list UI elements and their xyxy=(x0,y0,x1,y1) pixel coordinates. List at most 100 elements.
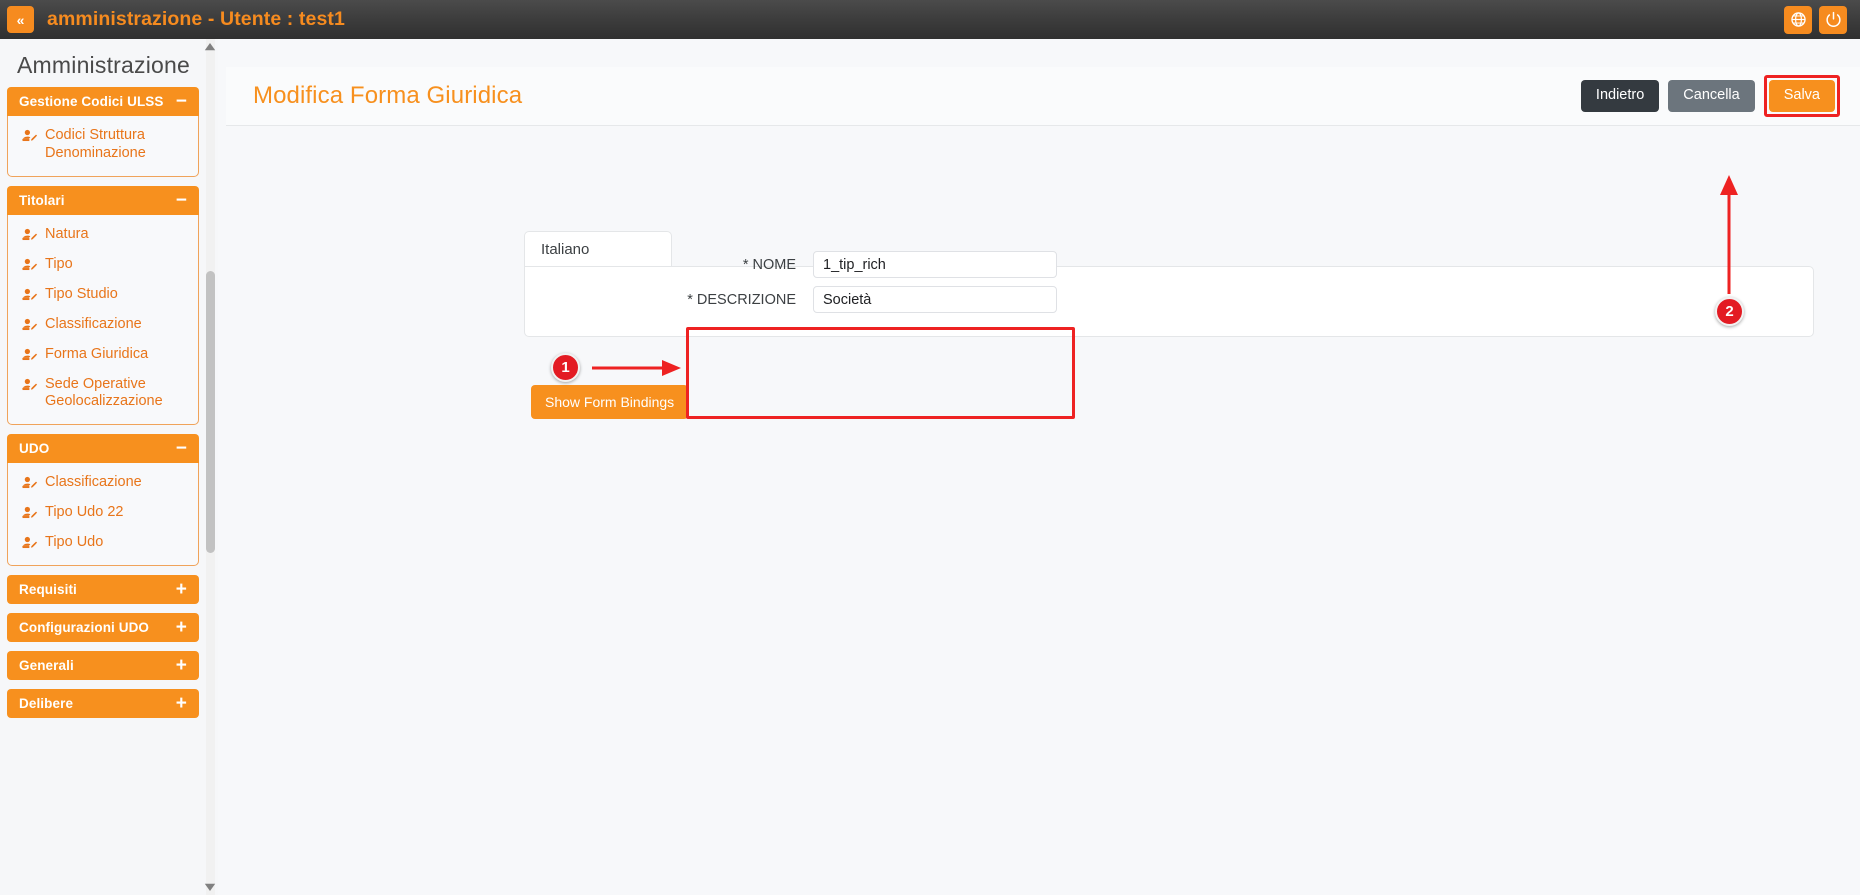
sidebar-group-label: Delibere xyxy=(19,696,73,711)
sidebar-group-label: Requisiti xyxy=(19,582,77,597)
sidebar-group-udo: UDO − Classificazione Tipo Udo 22 Tipo Udo xyxy=(7,434,199,566)
show-form-bindings-button[interactable]: Show Form Bindings xyxy=(531,385,688,419)
form-row-nome: * NOME xyxy=(685,251,1057,278)
nome-input[interactable] xyxy=(813,251,1057,278)
sidebar-scroll-region: Gestione Codici ULSS−Codici Struttura De… xyxy=(0,87,206,895)
annotation-marker-1: 1 xyxy=(551,353,580,382)
sidebar-group-delibere: Delibere + xyxy=(7,689,199,718)
plus-icon: + xyxy=(176,656,187,675)
language-button[interactable] xyxy=(1784,6,1812,34)
sidebar-item-codici-struttura-denominazione[interactable]: Codici Struttura Denominazione xyxy=(8,121,198,169)
sidebar-item-tipo-udo[interactable]: Tipo Udo xyxy=(8,528,198,558)
sidebar-group-header[interactable]: Generali+ xyxy=(7,651,199,680)
sidebar-group-header[interactable]: Configurazioni UDO+ xyxy=(7,613,199,642)
plus-icon: + xyxy=(176,694,187,713)
minus-icon: − xyxy=(176,439,187,458)
sidebar-item-label: Forma Giuridica xyxy=(45,346,148,364)
language-tab-strip: Italiano xyxy=(524,231,672,267)
form-row-descrizione: * DESCRIZIONE xyxy=(685,286,1057,313)
person-edit-icon-wrap xyxy=(21,377,38,394)
sidebar-collapse-button[interactable]: « xyxy=(7,6,34,33)
main-content: Modifica Forma Giuridica Indietro Cancel… xyxy=(219,39,1860,895)
cancel-button[interactable]: Cancella xyxy=(1668,80,1754,112)
top-bar: « amministrazione - Utente : test1 xyxy=(0,0,1860,39)
form-highlight-box xyxy=(686,327,1075,419)
sidebar-group-header[interactable]: Requisiti + xyxy=(7,575,199,604)
header-action-buttons: Indietro Cancella Salva xyxy=(1581,75,1840,117)
power-icon xyxy=(1825,11,1842,28)
person-edit-icon-wrap xyxy=(21,475,38,492)
person-edit-icon xyxy=(21,475,38,492)
person-edit-icon-wrap xyxy=(21,505,38,522)
descrizione-input[interactable] xyxy=(813,286,1057,313)
person-edit-icon-wrap xyxy=(21,227,38,244)
person-edit-icon-wrap xyxy=(21,347,38,364)
form-panel: * NOME * DESCRIZIONE xyxy=(524,266,1814,337)
sidebar-item-label: Tipo Udo 22 xyxy=(45,504,123,522)
back-button[interactable]: Indietro xyxy=(1581,80,1659,112)
sidebar: Amministrazione Gestione Codici ULSS−Cod… xyxy=(0,39,218,895)
sidebar-item-tipo-udo-22[interactable]: Tipo Udo 22 xyxy=(8,498,198,528)
sidebar-item-natura[interactable]: Natura xyxy=(8,220,198,250)
person-edit-icon xyxy=(21,347,38,364)
sidebar-group-gestione-codici-ulss: Gestione Codici ULSS− Codici Struttura De… xyxy=(7,87,199,177)
sidebar-group-label: Gestione Codici ULSS xyxy=(19,94,164,109)
globe-icon xyxy=(1790,11,1807,28)
person-edit-icon xyxy=(21,257,38,274)
sidebar-item-label: Sede Operative Geolocalizzazione xyxy=(45,376,190,412)
sidebar-group-configurazioni-udo: Configurazioni UDO+ xyxy=(7,613,199,642)
sidebar-group-label: UDO xyxy=(19,441,49,456)
scroll-up-arrow-icon[interactable] xyxy=(203,41,217,53)
person-edit-icon-wrap xyxy=(21,535,38,552)
sidebar-group-header[interactable]: UDO − xyxy=(7,434,199,463)
sidebar-title: Amministrazione xyxy=(0,39,218,79)
tab-italiano[interactable]: Italiano xyxy=(525,241,589,258)
save-button[interactable]: Salva xyxy=(1769,80,1835,112)
double-chevron-left-icon: « xyxy=(17,12,25,28)
sidebar-group-header[interactable]: Titolari − xyxy=(7,186,199,215)
annotation-marker-2: 2 xyxy=(1715,297,1744,326)
topbar-actions xyxy=(1784,6,1847,34)
sidebar-item-sede-operative-geolocalizzazione[interactable]: Sede Operative Geolocalizzazione xyxy=(8,370,198,418)
sidebar-item-classificazione[interactable]: Classificazione xyxy=(8,468,198,498)
person-edit-icon xyxy=(21,535,38,552)
sidebar-item-label: Tipo Studio xyxy=(45,286,118,304)
minus-icon: − xyxy=(176,92,187,111)
sidebar-item-label: Tipo Udo xyxy=(45,534,103,552)
person-edit-icon-wrap xyxy=(21,287,38,304)
sidebar-item-label: Natura xyxy=(45,226,89,244)
app-title: amministrazione - Utente : test1 xyxy=(47,8,345,31)
sidebar-group-header[interactable]: Delibere + xyxy=(7,689,199,718)
person-edit-icon-wrap xyxy=(21,128,38,145)
sidebar-group-body: Natura Tipo Tipo Studio Classificazione Form… xyxy=(7,215,199,426)
sidebar-item-label: Tipo xyxy=(45,256,73,274)
form-area: Italiano * NOME * DESCRIZIONE Show Form … xyxy=(226,127,1860,895)
sidebar-item-label: Codici Struttura Denominazione xyxy=(45,127,190,163)
sidebar-item-tipo-studio[interactable]: Tipo Studio xyxy=(8,280,198,310)
scroll-down-arrow-icon[interactable] xyxy=(203,881,217,893)
sidebar-scrollbar-thumb[interactable] xyxy=(206,271,215,553)
person-edit-icon-wrap xyxy=(21,317,38,334)
logout-button[interactable] xyxy=(1819,6,1847,34)
sidebar-group-label: Titolari xyxy=(19,193,65,208)
sidebar-group-body: Classificazione Tipo Udo 22 Tipo Udo xyxy=(7,463,199,566)
person-edit-icon xyxy=(21,377,38,394)
person-edit-icon xyxy=(21,505,38,522)
sidebar-item-classificazione[interactable]: Classificazione xyxy=(8,310,198,340)
plus-icon: + xyxy=(176,618,187,637)
person-edit-icon xyxy=(21,287,38,304)
sidebar-item-label: Classificazione xyxy=(45,474,142,492)
sidebar-item-tipo[interactable]: Tipo xyxy=(8,250,198,280)
sidebar-item-forma-giuridica[interactable]: Forma Giuridica xyxy=(8,340,198,370)
sidebar-group-header[interactable]: Gestione Codici ULSS− xyxy=(7,87,199,116)
sidebar-group-generali: Generali+ xyxy=(7,651,199,680)
plus-icon: + xyxy=(176,580,187,599)
annotation-arrows xyxy=(226,127,1860,895)
person-edit-icon xyxy=(21,317,38,334)
label-descrizione: * DESCRIZIONE xyxy=(685,292,813,308)
person-edit-icon-wrap xyxy=(21,257,38,274)
sidebar-group-titolari: Titolari − Natura Tipo Tipo Studio Classifica… xyxy=(7,186,199,426)
content-header: Modifica Forma Giuridica Indietro Cancel… xyxy=(226,67,1860,126)
page-title: Modifica Forma Giuridica xyxy=(253,82,522,110)
minus-icon: − xyxy=(176,191,187,210)
